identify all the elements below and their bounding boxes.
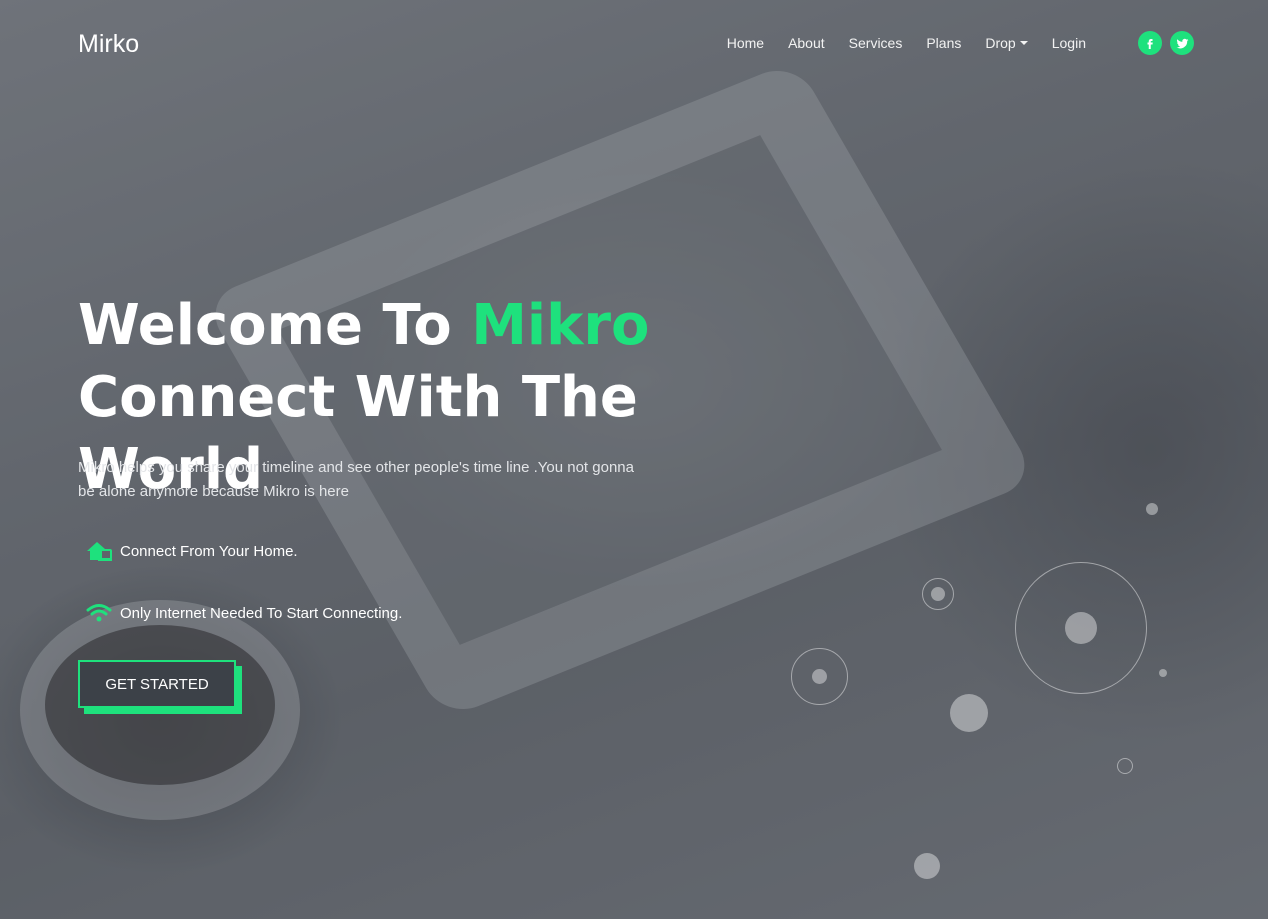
decorative-dot: [914, 853, 940, 879]
nav-services[interactable]: Services: [837, 35, 915, 51]
feature-item-home: Connect From Your Home.: [84, 538, 298, 564]
decorative-dot: [950, 694, 988, 732]
nav-login[interactable]: Login: [1040, 35, 1098, 51]
top-navbar: Mirko Home About Services Plans Drop Log…: [0, 0, 1268, 86]
facebook-icon[interactable]: [1138, 31, 1162, 55]
home-devices-icon: [84, 538, 114, 564]
brand-logo[interactable]: Mirko: [78, 30, 139, 59]
decorative-dot: [1146, 503, 1158, 515]
social-links: [1138, 31, 1194, 55]
nav-plans[interactable]: Plans: [914, 35, 973, 51]
decorative-dot: [812, 669, 827, 684]
twitter-icon[interactable]: [1170, 31, 1194, 55]
hero-title-accent: Mikro: [471, 293, 650, 358]
caret-down-icon: [1019, 41, 1028, 45]
nav-drop-dropdown[interactable]: Drop: [973, 35, 1039, 51]
decorative-dot: [1065, 612, 1097, 644]
hero-description: Mikro helps you share your timeline and …: [78, 459, 634, 500]
cta-wrapper: GET STARTED: [78, 660, 242, 714]
nav-menu: Home About Services Plans Drop Login: [715, 35, 1098, 51]
nav-home[interactable]: Home: [715, 35, 776, 51]
feature-item-internet: Only Internet Needed To Start Connecting…: [84, 600, 402, 626]
wifi-icon: [84, 600, 114, 626]
decorative-dot: [931, 587, 945, 601]
get-started-button[interactable]: GET STARTED: [78, 660, 236, 708]
hero-title-prefix: Welcome To: [78, 293, 472, 358]
decorative-ring: [1117, 758, 1133, 774]
feature-text: Only Internet Needed To Start Connecting…: [120, 604, 403, 622]
nav-drop-label: Drop: [985, 35, 1016, 51]
nav-about[interactable]: About: [776, 35, 837, 51]
feature-text: Connect From Your Home.: [120, 542, 298, 560]
decorative-dot: [1159, 669, 1167, 677]
